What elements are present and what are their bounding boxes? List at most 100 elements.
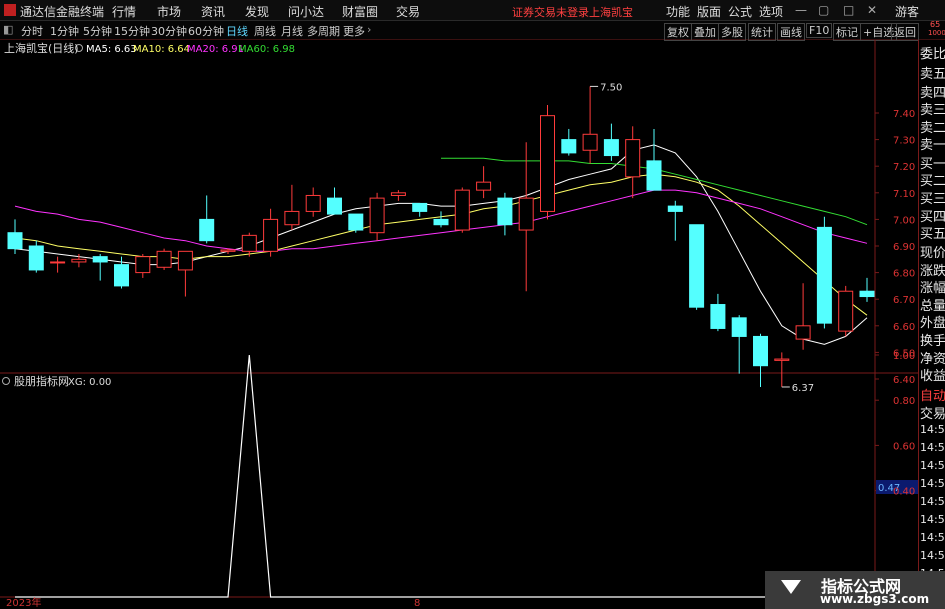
candle[interactable] [199, 195, 215, 244]
menu-item-shichang[interactable]: 市场 [157, 3, 181, 20]
candle-body [92, 256, 108, 263]
candle[interactable] [795, 283, 811, 350]
btn-f10[interactable]: F10 [806, 23, 833, 38]
period-more[interactable]: 更多 [343, 23, 365, 39]
y-tick-label: 7.30 [893, 136, 915, 147]
period-5min[interactable]: 5分钟 [83, 23, 112, 39]
candle-body [540, 115, 555, 212]
candle-body [327, 197, 342, 215]
btn-huaxian[interactable]: 画线 [777, 23, 805, 41]
btn-tongji[interactable]: 统计 [748, 23, 776, 41]
maximize-icon[interactable]: □ [843, 3, 854, 17]
candle[interactable] [731, 315, 747, 374]
sidebar-time: 14:56 [920, 531, 945, 544]
menu-item-gongneng[interactable]: 功能 [666, 3, 690, 20]
menu-item-jiaoyi[interactable]: 交易 [396, 3, 420, 20]
period-30min[interactable]: 30分钟 [151, 23, 187, 39]
period-fenshi[interactable]: 分时 [21, 23, 43, 39]
candle[interactable] [92, 253, 108, 281]
y-tick-label: 7.20 [893, 162, 915, 173]
candle-body [753, 335, 768, 367]
stock-link[interactable]: 上海凯宝 [589, 4, 633, 20]
candle[interactable] [497, 192, 513, 236]
corner-bottom-label: 1000 [928, 29, 945, 37]
user-label[interactable]: 游客 [895, 3, 919, 20]
candle[interactable] [369, 192, 385, 241]
period-1min[interactable]: 1分钟 [50, 23, 79, 39]
btn-duogu[interactable]: 多股 [718, 23, 746, 41]
chart-area[interactable]: 0.47 6.406.506.606.706.806.907.007.107.2… [0, 40, 918, 609]
minimize-icon[interactable]: — [795, 3, 807, 17]
period-daily[interactable]: 日线 [226, 23, 248, 39]
corner-top-label: 65 [930, 20, 941, 29]
btn-diejia[interactable]: 叠加 [691, 23, 719, 41]
candle[interactable] [7, 219, 23, 254]
y-tick-label: 6.80 [893, 269, 915, 280]
candle[interactable] [28, 240, 44, 273]
toggle-icon[interactable]: ◧ [3, 23, 13, 36]
candle[interactable] [689, 224, 705, 310]
login-notice[interactable]: 证券交易未登录 [512, 4, 589, 20]
candle[interactable] [412, 202, 428, 217]
candle[interactable] [284, 184, 300, 231]
menu-item-xuanxiang[interactable]: 选项 [759, 3, 783, 20]
restore-icon[interactable]: ▢ [818, 3, 829, 17]
candle[interactable] [625, 126, 641, 199]
menu-item-faxian[interactable]: 发现 [245, 3, 269, 20]
main-title: 上海凯宝(日线) [4, 41, 79, 55]
candle[interactable] [348, 213, 364, 233]
y-tick-label: 7.10 [893, 189, 915, 200]
menu-item-zixun[interactable]: 资讯 [201, 3, 225, 20]
menu-item-wenxiaoda[interactable]: 问小达 [288, 3, 324, 20]
candle[interactable] [327, 187, 342, 215]
sub-collapse-icon[interactable] [2, 377, 10, 385]
candle[interactable] [859, 277, 875, 302]
menu-item-hangqing[interactable]: 行情 [112, 3, 136, 20]
btn-fanhui[interactable]: 返回 [891, 23, 919, 41]
x-mid-label: 8 [414, 598, 420, 609]
candle[interactable] [177, 250, 193, 297]
candle[interactable] [816, 216, 832, 329]
candle[interactable] [305, 187, 321, 217]
sidebar-sub-label[interactable]: 交易 [920, 403, 945, 422]
candle-body [731, 317, 747, 337]
candle[interactable] [50, 256, 66, 273]
candle[interactable] [710, 293, 726, 332]
period-multi[interactable]: 多周期 [307, 23, 340, 39]
candle[interactable] [603, 123, 619, 161]
candle[interactable] [476, 166, 492, 199]
chevron-right-icon[interactable]: › [367, 23, 371, 36]
candle[interactable] [518, 142, 534, 292]
close-icon[interactable]: ✕ [867, 3, 877, 17]
candle-body [518, 197, 534, 231]
candle[interactable] [156, 248, 172, 270]
period-monthly[interactable]: 月线 [281, 23, 303, 39]
candle[interactable] [561, 128, 577, 156]
candle[interactable] [838, 285, 854, 337]
candle[interactable] [753, 333, 768, 387]
sidebar-label: 外盘 [920, 316, 945, 331]
candle[interactable] [540, 105, 555, 220]
candle[interactable] [135, 253, 151, 278]
period-weekly[interactable]: 周线 [254, 23, 276, 39]
candle[interactable] [582, 86, 598, 164]
menu-item-banmian[interactable]: 版面 [697, 3, 721, 20]
candle[interactable] [263, 208, 279, 257]
period-60min[interactable]: 60分钟 [188, 23, 224, 39]
candle[interactable] [667, 200, 683, 241]
period-15min[interactable]: 15分钟 [114, 23, 150, 39]
candle-body [7, 232, 23, 250]
menu-item-caifuquan[interactable]: 财富圈 [342, 3, 378, 20]
candle-body [625, 139, 641, 178]
candle[interactable] [390, 190, 406, 201]
candle[interactable] [454, 187, 470, 233]
y-tick-label: 6.90 [893, 242, 915, 253]
btn-fuquan[interactable]: 复权 [664, 23, 692, 41]
sidebar-sub-label[interactable]: 自动 [920, 385, 945, 404]
candle-body [667, 205, 683, 212]
candle[interactable] [433, 211, 449, 228]
btn-biaoji[interactable]: 标记 [833, 23, 861, 41]
candle[interactable] [646, 128, 662, 191]
menu-item-gongshi[interactable]: 公式 [728, 3, 752, 20]
candle[interactable] [774, 352, 790, 387]
